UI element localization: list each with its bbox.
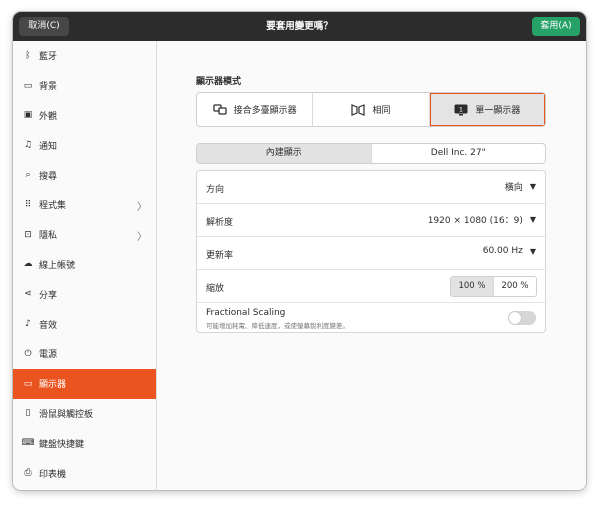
keyboard-icon: ⌨ [21, 438, 35, 449]
refresh-rate-row[interactable]: 更新率 60.00 Hz ▼ [197, 237, 545, 270]
display-mode-title: 顯示器模式 [196, 77, 242, 87]
bluetooth-icon: ᛒ [25, 50, 31, 61]
scale-label: 縮放 [206, 284, 225, 294]
lock-icon: ⊡ [24, 229, 32, 240]
mouse-icon: ▯ [25, 408, 31, 419]
mode-join-displays-button[interactable]: 接合多臺顯示器 [197, 93, 314, 126]
refresh-rate-dropdown[interactable]: 60.00 Hz ▼ [483, 246, 536, 256]
apply-button[interactable]: 套用(A) [532, 17, 580, 36]
scale-100-button[interactable]: 100 % [451, 277, 494, 296]
scale-row: 縮放 100 % 200 % [197, 270, 545, 303]
sidebar-item-label: 顯示器 [39, 380, 67, 391]
mirror-icon [351, 103, 366, 116]
toggle-knob [509, 312, 521, 324]
settings-window: 取消(C) 要套用變更嗎？ 套用(A) ᛒ 藍牙 ▭ 背景 ▣ 外觀 ♫ 通知 ⌕ 搜尋 ⠿ 程式集〉… [13, 12, 586, 490]
dropdown-arrow-icon: ▼ [529, 182, 536, 191]
sidebar-item-label: 音效 [39, 320, 58, 331]
mode-join-label: 接合多臺顯示器 [233, 106, 297, 116]
sidebar-item-11[interactable]: ▭ 顯示器 [13, 368, 156, 399]
sidebar-item-12[interactable]: ▯ 滑鼠與觸控板 [13, 399, 156, 429]
orientation-value: 橫向 [504, 183, 523, 193]
sidebar-item-label: 藍牙 [39, 52, 58, 63]
music-note-icon: ♪ [25, 319, 31, 330]
display-mode-selector: 接合多臺顯示器 相同 1 單一顯示器 [196, 92, 546, 127]
background-icon: ▭ [23, 80, 33, 91]
sidebar-item-6[interactable]: ⊡ 隱私 〉 [13, 220, 156, 250]
scale-selector: 100 % 200 % [450, 276, 537, 297]
join-displays-icon [213, 104, 227, 115]
mode-single-display-button[interactable]: 1 單一顯示器 [429, 93, 545, 126]
single-display-badge: 1 [459, 105, 463, 113]
orientation-row[interactable]: 方向 橫向 ▼ [197, 171, 545, 204]
sidebar-item-4[interactable]: ⌕ 搜尋 [13, 160, 156, 190]
sidebar-item-3[interactable]: ♫ 通知 [13, 130, 156, 160]
apps-grid-icon: ⠿ [24, 199, 32, 210]
tab-builtin-display[interactable]: 內建顯示 [197, 144, 372, 163]
printer-icon: ⎙ [24, 468, 32, 479]
chevron-right-icon: 〉 [137, 231, 147, 243]
sidebar-item-label: 背景 [39, 82, 58, 93]
display-icon: ▭ [23, 378, 33, 389]
sidebar-item-8[interactable]: ⋖ 分享 [13, 279, 156, 309]
search-icon: ⌕ [25, 170, 31, 181]
sidebar-item-10[interactable]: ⏻ 電源 [13, 339, 156, 369]
monitor-selector: 內建顯示 Dell Inc. 27" [196, 143, 546, 164]
sidebar-item-label: 外觀 [39, 111, 58, 122]
resolution-dropdown[interactable]: 1920 × 1080 (16：9) ▼ [428, 213, 536, 226]
sidebar-item-label: 電源 [39, 350, 58, 361]
resolution-row[interactable]: 解析度 1920 × 1080 (16：9) ▼ [197, 204, 545, 237]
fractional-scaling-toggle[interactable] [508, 311, 536, 325]
sidebar-item-5[interactable]: ⠿ 程式集 〉 [13, 190, 156, 220]
sidebar: ᛒ 藍牙 ▭ 背景 ▣ 外觀 ♫ 通知 ⌕ 搜尋 ⠿ 程式集〉 ⊡ 隱私〉 ☁ 線上帳號 ⋖ 分享 ♪ 音效 ⏻ 電源 ▭ 顯… [13, 41, 157, 490]
sidebar-item-14[interactable]: ⎙ 印表機 [13, 458, 156, 488]
fractional-scaling-row: Fractional Scaling 可能增加耗電、降低速度，或使螢幕銳利度變差… [197, 303, 545, 332]
fractional-scaling-subtitle: 可能增加耗電、降低速度，或使螢幕銳利度變差。 [206, 322, 349, 330]
mode-mirror-button[interactable]: 相同 [313, 93, 430, 126]
scale-200-button[interactable]: 200 % [494, 277, 536, 296]
sidebar-item-label: 印表機 [39, 469, 67, 480]
sidebar-item-label: 搜尋 [39, 171, 58, 182]
sidebar-item-9[interactable]: ♪ 音效 [13, 309, 156, 339]
sidebar-item-label: 隱私 [39, 231, 58, 242]
bell-icon: ♫ [23, 140, 33, 151]
fractional-scaling-title: Fractional Scaling [206, 308, 286, 318]
sidebar-item-13[interactable]: ⌨ 鍵盤快捷鍵 [13, 428, 156, 458]
sidebar-item-label: 程式集 [39, 201, 67, 212]
power-icon: ⏻ [24, 348, 32, 359]
mode-single-label: 單一顯示器 [475, 106, 521, 116]
sidebar-item-label: 鍵盤快捷鍵 [39, 439, 85, 450]
mode-mirror-label: 相同 [372, 106, 391, 116]
titlebar: 取消(C) 要套用變更嗎？ 套用(A) [13, 12, 586, 41]
sidebar-item-1[interactable]: ▭ 背景 [13, 71, 156, 101]
sidebar-item-label: 通知 [39, 141, 58, 152]
share-icon: ⋖ [24, 289, 32, 300]
dropdown-arrow-icon: ▼ [529, 215, 536, 224]
sidebar-item-0[interactable]: ᛒ 藍牙 [13, 41, 156, 71]
dropdown-arrow-icon: ▼ [529, 246, 536, 256]
refresh-rate-label: 更新率 [206, 251, 234, 261]
dialog-title: 要套用變更嗎？ [266, 21, 333, 32]
chevron-right-icon: 〉 [137, 201, 147, 213]
orientation-dropdown[interactable]: 橫向 ▼ [505, 180, 536, 193]
sidebar-item-label: 線上帳號 [39, 260, 76, 271]
refresh-rate-value: 60.00 Hz [482, 246, 523, 256]
resolution-label: 解析度 [206, 218, 234, 228]
single-display-icon: 1 [454, 104, 468, 115]
tab-dell-monitor[interactable]: Dell Inc. 27" [372, 144, 546, 163]
cloud-icon: ☁ [23, 259, 33, 270]
sidebar-item-7[interactable]: ☁ 線上帳號 [13, 250, 156, 280]
display-settings-panel: 顯示器模式 接合多臺顯示器 相同 1 單一顯示器 內建顯示 Dell Inc. … [157, 41, 586, 490]
sidebar-item-label: 滑鼠與觸控板 [39, 409, 94, 420]
orientation-label: 方向 [206, 185, 225, 195]
appearance-icon: ▣ [23, 110, 33, 121]
resolution-value: 1920 × 1080 (16：9) [427, 216, 523, 226]
sidebar-item-label: 分享 [39, 290, 58, 301]
sidebar-item-2[interactable]: ▣ 外觀 [13, 101, 156, 131]
display-settings-list: 方向 橫向 ▼ 解析度 1920 × 1080 (16：9) ▼ 更新率 60.… [196, 170, 546, 333]
